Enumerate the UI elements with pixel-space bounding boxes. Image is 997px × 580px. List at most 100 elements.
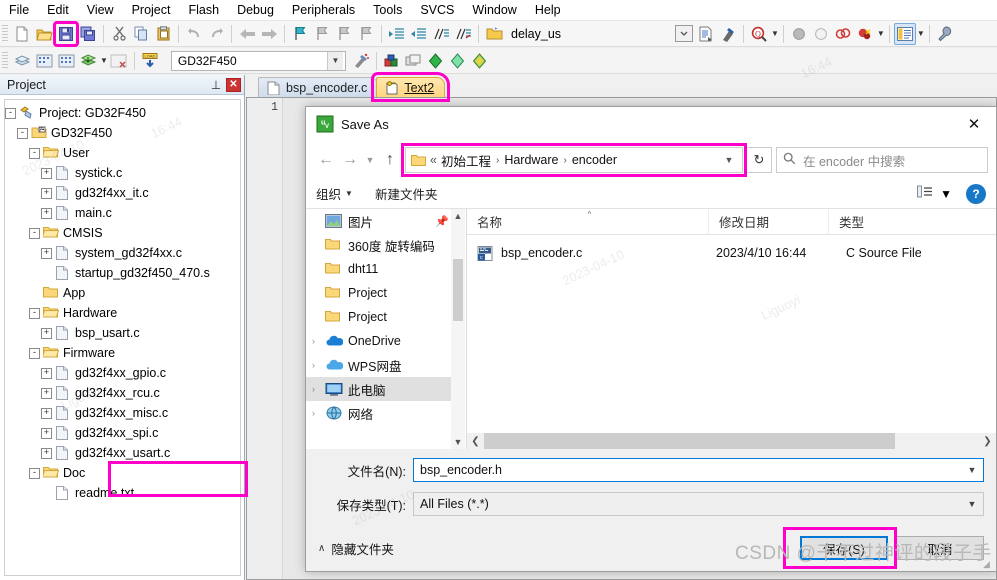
stop-build-icon[interactable] — [108, 50, 130, 72]
nav-pane-item[interactable]: dht11 — [306, 257, 465, 281]
file-list-pane[interactable]: 名称 ^ 修改日期 类型 c bsp_encoder.c 2023/4/10 16:… — [466, 208, 996, 449]
tree-expander[interactable]: + — [41, 387, 52, 399]
menu-item-tools[interactable]: Tools — [364, 1, 411, 19]
tree-expander[interactable]: + — [41, 407, 52, 419]
build-run-icon[interactable] — [810, 23, 832, 45]
tree-item[interactable]: readme.txt — [5, 483, 240, 503]
indent-right-icon[interactable] — [386, 23, 408, 45]
file-list-row[interactable]: c bsp_encoder.c 2023/4/10 16:44 C Source Fi… — [467, 241, 996, 265]
tree-item[interactable]: App — [5, 283, 240, 303]
menu-item-debug[interactable]: Debug — [228, 1, 283, 19]
manage-components-icon[interactable] — [381, 50, 403, 72]
navigate-back-icon[interactable] — [236, 23, 258, 45]
tree-expander[interactable]: - — [29, 307, 40, 319]
chevron-down-icon[interactable]: ▼ — [961, 465, 983, 475]
tree-expander[interactable]: + — [41, 367, 52, 379]
chevron-down-icon[interactable]: ▼ — [718, 155, 740, 165]
save-all-icon[interactable] — [77, 23, 99, 45]
redo-icon[interactable] — [205, 23, 227, 45]
indent-left-icon[interactable] — [408, 23, 430, 45]
tree-expander[interactable]: - — [5, 107, 16, 119]
new-file-icon[interactable] — [11, 23, 33, 45]
bookmark-next-icon[interactable] — [333, 23, 355, 45]
column-header-name[interactable]: 名称 ^ — [467, 208, 709, 235]
tree-expander[interactable]: + — [41, 247, 52, 259]
breakpoint-dropdown-caret[interactable]: ▼ — [877, 29, 885, 38]
window-layout-icon[interactable] — [893, 22, 916, 45]
filetype-select[interactable]: All Files (*.*) ▼ — [413, 492, 984, 516]
menu-item-edit[interactable]: Edit — [38, 1, 78, 19]
scrollbar-track[interactable] — [484, 433, 979, 449]
tree-item[interactable]: + main.c — [5, 203, 240, 223]
recent-locations-chevron-down-icon[interactable]: ▼ — [362, 147, 378, 173]
close-icon[interactable]: ✕ — [226, 77, 241, 92]
cancel-button[interactable]: 取消 — [896, 536, 984, 560]
find-in-files-icon[interactable]: Q — [748, 23, 770, 45]
hide-folders-toggle[interactable]: ∧ 隐藏文件夹 — [318, 539, 394, 558]
pin-icon[interactable]: ⊥ — [209, 78, 223, 92]
tree-item[interactable]: - Firmware — [5, 343, 240, 363]
rebuild-icon[interactable] — [55, 50, 77, 72]
build-icon[interactable] — [33, 50, 55, 72]
tree-item[interactable]: + gd32f4xx_gpio.c — [5, 363, 240, 383]
breadcrumb-item-2[interactable]: encoder — [572, 153, 617, 167]
tree-item[interactable]: + bsp_usart.c — [5, 323, 240, 343]
tree-expander[interactable]: - — [17, 127, 28, 139]
tree-item[interactable]: + system_gd32f4xx.c — [5, 243, 240, 263]
find-dropdown-caret[interactable]: ▼ — [771, 29, 779, 38]
chevron-up-icon[interactable]: ▲ — [451, 209, 465, 223]
tree-expander[interactable]: - — [29, 147, 40, 159]
toolbar-grip[interactable] — [2, 51, 8, 70]
translate-icon[interactable] — [11, 50, 33, 72]
menu-item-svcs[interactable]: SVCS — [411, 1, 463, 19]
arrow-right-icon[interactable]: → — [338, 147, 362, 173]
chevron-down-icon[interactable]: ▼ — [451, 435, 465, 449]
nav-pane-item[interactable]: 图片 📌 — [306, 209, 465, 233]
project-tree[interactable]: - Project: GD32F450- GD32F450- User + systick… — [4, 99, 241, 576]
pack-installer-icon[interactable] — [403, 50, 425, 72]
menu-item-help[interactable]: Help — [526, 1, 570, 19]
insert-file-icon[interactable] — [695, 23, 717, 45]
tree-expander[interactable]: + — [41, 447, 52, 459]
tree-item[interactable]: - Hardware — [5, 303, 240, 323]
books-icon[interactable] — [469, 50, 491, 72]
menu-item-window[interactable]: Window — [463, 1, 525, 19]
tree-item[interactable]: - CMSIS — [5, 223, 240, 243]
tree-expander[interactable]: - — [29, 347, 40, 359]
chevron-left-icon[interactable]: ❮ — [467, 436, 484, 447]
breadcrumb-item-0[interactable]: 初始工程 — [441, 151, 491, 170]
nav-pane-item[interactable]: 360度 旋转编码 — [306, 233, 465, 257]
open-folder-icon[interactable] — [33, 23, 55, 45]
tree-item[interactable]: startup_gd32f450_470.s — [5, 263, 240, 283]
arrow-left-icon[interactable]: ← — [314, 147, 338, 173]
scrollbar-thumb[interactable] — [484, 433, 895, 449]
chevron-right-icon[interactable]: › — [312, 360, 325, 370]
comment-icon[interactable] — [430, 23, 452, 45]
chevron-right-icon[interactable]: › — [312, 336, 325, 346]
chevron-down-icon[interactable]: ▼ — [326, 51, 343, 70]
bookmark-prev-icon[interactable] — [311, 23, 333, 45]
resize-grip-icon[interactable]: ◢ — [983, 559, 993, 569]
refresh-icon[interactable]: ↻ — [746, 147, 772, 173]
nav-pane-item[interactable]: Project — [306, 281, 465, 305]
filename-input[interactable]: bsp_encoder.h ▼ — [413, 458, 984, 482]
chevron-right-icon[interactable]: › — [312, 384, 325, 394]
tree-expander[interactable]: - — [29, 227, 40, 239]
breakpoint-disable-icon[interactable] — [854, 23, 876, 45]
bookmark-clear-icon[interactable] — [355, 23, 377, 45]
tree-item[interactable]: - User — [5, 143, 240, 163]
tree-expander[interactable]: + — [41, 327, 52, 339]
help-button[interactable]: ? — [966, 183, 986, 204]
bookmark-toggle-icon[interactable] — [289, 23, 311, 45]
chevron-down-icon[interactable]: ▼ — [961, 499, 983, 509]
configure-icon[interactable] — [934, 23, 956, 45]
download-icon[interactable]: LOAD — [139, 50, 161, 72]
nav-pane-item[interactable]: › 网络 — [306, 401, 465, 425]
nav-pane-item[interactable]: › 此电脑 — [306, 377, 465, 401]
organize-button[interactable]: 组织 ▼ — [316, 184, 353, 203]
new-folder-button[interactable]: 新建文件夹 — [375, 184, 438, 203]
nav-pane-item[interactable]: › OneDrive — [306, 329, 465, 353]
tree-item[interactable]: + gd32f4xx_usart.c — [5, 443, 240, 463]
tree-item[interactable]: - Project: GD32F450 — [5, 103, 240, 123]
tab-bsp-encoder-c[interactable]: bsp_encoder.c — [258, 77, 379, 97]
